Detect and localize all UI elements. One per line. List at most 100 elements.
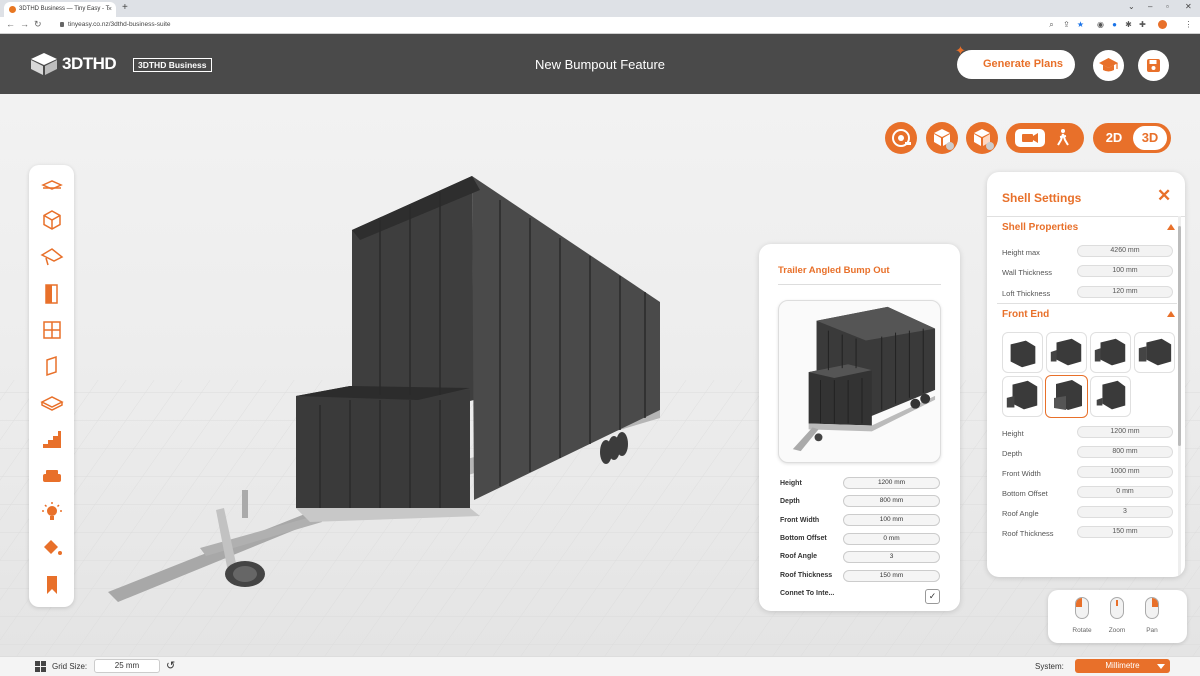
wall-thickness-input[interactable]: 100 mm [1077, 265, 1173, 277]
connect-to-interior-label: Connet To Inte... [780, 590, 835, 597]
front-roof-angle-input[interactable]: 3 [1077, 506, 1173, 518]
box-eye-icon [974, 129, 994, 150]
front-end-option[interactable] [1046, 332, 1087, 373]
extension-icon[interactable]: ✱ [1124, 20, 1133, 29]
tutorial-button[interactable] [1093, 50, 1124, 81]
shell-properties-header[interactable]: Shell Properties [1002, 222, 1078, 233]
scrollbar-thumb[interactable] [1178, 226, 1181, 446]
front-end-option-selected[interactable] [1045, 375, 1088, 418]
divider [997, 303, 1177, 304]
divider [987, 216, 1185, 217]
window-dropdown-icon[interactable]: ⌄ [1128, 2, 1135, 11]
front-end-option[interactable] [1002, 332, 1043, 373]
zoom-mouse-icon [1110, 597, 1124, 619]
save-button[interactable] [1138, 50, 1169, 81]
front-roof-thickness-input[interactable]: 150 mm [1077, 526, 1173, 538]
reset-icon[interactable]: ↺ [166, 659, 175, 672]
rotate-mouse-icon [1075, 597, 1089, 619]
tool-sidebar [29, 165, 74, 607]
light-icon[interactable] [40, 500, 64, 524]
tab-close-icon[interactable]: × [108, 2, 112, 17]
grid-size-input[interactable]: 25 mm [94, 659, 160, 673]
front-end-option[interactable] [1090, 332, 1131, 373]
camera-mode-toggle[interactable] [1006, 123, 1084, 153]
front-width-input[interactable]: 1000 mm [1077, 466, 1173, 478]
bumpout-front-width-input[interactable]: 100 mm [843, 514, 940, 526]
front-bottom-offset-input[interactable]: 0 mm [1077, 486, 1173, 498]
view-measure-button[interactable] [885, 122, 917, 154]
stairs-icon[interactable] [40, 427, 64, 451]
minimize-icon[interactable]: – [1148, 2, 1152, 11]
chevron-down-icon [1157, 664, 1165, 669]
generate-plans-button[interactable]: Generate Plans [957, 50, 1075, 79]
graduation-cap-icon [1099, 58, 1118, 72]
close-panel-icon[interactable]: ✕ [1157, 186, 1171, 206]
save-icon [1147, 59, 1160, 72]
camera-ext-icon[interactable]: ◉ [1096, 20, 1105, 29]
camera-controls: Rotate Zoom Pan [1048, 590, 1187, 643]
front-height-input[interactable]: 1200 mm [1077, 426, 1173, 438]
cube-icon[interactable] [40, 208, 64, 232]
new-tab-button[interactable]: + [122, 2, 128, 13]
front-end-thumb-icon [1050, 338, 1082, 366]
view-exterior-button[interactable] [966, 122, 998, 154]
back-icon[interactable]: ← [6, 19, 15, 29]
extension-blue-icon[interactable]: ● [1110, 20, 1119, 29]
bumpout-roof-thickness-input[interactable]: 150 mm [843, 570, 940, 582]
page-title: New Bumpout Feature [534, 57, 666, 72]
puzzle-icon[interactable]: ✚ [1138, 20, 1147, 29]
reload-icon[interactable]: ↻ [34, 19, 42, 30]
front-bottom-offset-label: Bottom Offset [1002, 489, 1048, 498]
height-max-input[interactable]: 4260 mm [1077, 245, 1173, 257]
zoom-icon[interactable]: ⌕ [1047, 20, 1056, 29]
bumpout-depth-label: Depth [780, 498, 800, 505]
bumpout-roof-angle-input[interactable]: 3 [843, 551, 940, 563]
trailer-icon[interactable] [40, 173, 64, 197]
view-interior-button[interactable] [926, 122, 958, 154]
front-depth-input[interactable]: 800 mm [1077, 446, 1173, 458]
bumpout-roof-thickness-label: Roof Thickness [780, 572, 833, 579]
roof-icon[interactable] [40, 245, 64, 269]
browser-chrome: 3DTHD Business — Tiny Easy - T × + ⌄ – ▫… [0, 0, 1200, 34]
maximize-icon[interactable]: ▫ [1166, 2, 1169, 11]
window-close-icon[interactable]: ✕ [1185, 2, 1192, 11]
sofa-icon[interactable] [40, 464, 64, 488]
grid-icon [35, 661, 46, 672]
2d-toggle[interactable]: 2D [1097, 123, 1131, 153]
bookmark-star-icon[interactable]: ★ [1076, 20, 1085, 29]
front-end-option[interactable] [1134, 332, 1175, 373]
paint-bucket-icon[interactable] [40, 536, 64, 560]
front-depth-label: Depth [1002, 449, 1023, 458]
logo-text: 3DTHD [62, 54, 117, 73]
front-end-option[interactable] [1002, 376, 1043, 417]
forward-icon[interactable]: → [20, 19, 29, 29]
door-icon[interactable] [40, 282, 64, 306]
connect-to-interior-checkbox[interactable]: ✓ [925, 589, 940, 604]
bumpout-height-input[interactable]: 1200 mm [843, 477, 940, 489]
url-field[interactable]: tinyeasy.co.nz/3dthd-business-suite [60, 21, 171, 28]
front-end-option[interactable] [1090, 376, 1131, 417]
collapse-icon[interactable] [1167, 311, 1175, 317]
profile-icon[interactable] [1158, 20, 1167, 29]
logo-badge: 3DTHD Business [133, 58, 212, 72]
wall-panel-icon[interactable] [40, 354, 64, 378]
panel-scrollbar[interactable] [1178, 216, 1181, 576]
browser-tab[interactable]: 3DTHD Business — Tiny Easy - T × [4, 2, 116, 17]
browser-menu-icon[interactable]: ⋮ [1184, 20, 1193, 29]
bumpout-bottom-offset-input[interactable]: 0 mm [843, 533, 940, 545]
bumpout-depth-input[interactable]: 800 mm [843, 495, 940, 507]
front-end-thumb-icon [1096, 380, 1126, 410]
share-icon[interactable]: ⇪ [1062, 20, 1071, 29]
system-select[interactable]: Millimetre [1075, 659, 1170, 673]
dimension-toggle[interactable]: 2D 3D [1093, 123, 1171, 153]
3d-toggle[interactable]: 3D [1133, 126, 1167, 150]
loft-thickness-input[interactable]: 120 mm [1077, 286, 1173, 298]
front-roof-angle-label: Roof Angle [1002, 509, 1039, 518]
collapse-icon[interactable] [1167, 224, 1175, 230]
front-end-thumb-icon [1094, 338, 1126, 366]
window-icon[interactable] [40, 318, 64, 342]
bookmark-icon[interactable] [40, 573, 64, 597]
front-end-header[interactable]: Front End [1002, 309, 1049, 320]
floor-icon[interactable] [40, 391, 64, 415]
bumpout-height-label: Height [780, 480, 802, 487]
